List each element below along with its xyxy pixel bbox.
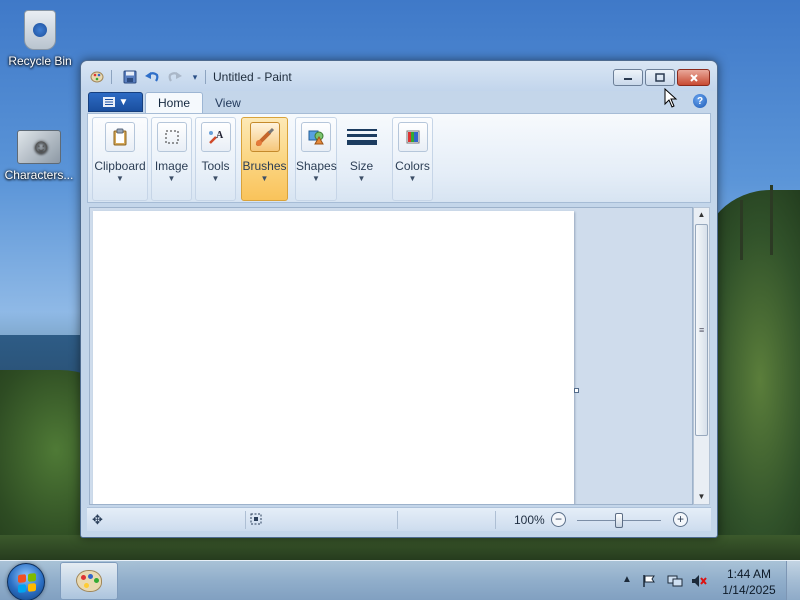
chevron-down-icon: ▼ — [118, 96, 129, 108]
windows-logo-icon — [18, 573, 36, 593]
ribbon-group-tools[interactable]: A Tools ▼ — [195, 117, 236, 201]
separator — [111, 70, 112, 84]
save-icon[interactable] — [122, 69, 138, 85]
zoom-level: 100% — [514, 513, 545, 527]
zoom-out-button[interactable]: − — [551, 512, 566, 527]
chevron-down-icon: ▼ — [260, 174, 269, 183]
ribbon-group-brushes[interactable]: Brushes ▼ — [241, 117, 288, 201]
menu-icon — [102, 97, 115, 107]
size-icon — [346, 122, 377, 152]
desktop-icon-label: Characters... — [4, 168, 74, 182]
desktop-icon-recycle-bin[interactable]: Recycle Bin — [2, 6, 78, 68]
canvas-area — [89, 207, 693, 505]
volume-muted-icon[interactable] — [691, 574, 707, 591]
separator — [397, 511, 398, 529]
show-hidden-icons[interactable]: ▲ — [622, 574, 632, 585]
paint-menu-button[interactable]: ▼ — [88, 92, 143, 112]
wallpaper-tree — [770, 185, 773, 255]
ribbon-group-image[interactable]: Image ▼ — [151, 117, 192, 201]
redo-icon[interactable] — [167, 69, 183, 85]
cursor-position-icon: ✥ — [92, 512, 103, 527]
action-center-flag-icon[interactable] — [642, 574, 656, 591]
wallpaper-tree — [740, 200, 743, 260]
ribbon-group-shapes[interactable]: Shapes ▼ — [295, 117, 337, 201]
ribbon-group-label: Brushes — [242, 159, 287, 173]
zoom-slider-thumb[interactable] — [615, 513, 623, 528]
grip-icon: ≡ — [699, 325, 705, 335]
customize-dropdown-icon[interactable]: ▾ — [187, 69, 203, 85]
ribbon-group-label: Tools — [201, 159, 230, 173]
selection-size-icon — [249, 512, 263, 529]
desktop-icon-characters[interactable]: Characters... — [1, 124, 77, 182]
close-icon — [689, 73, 698, 82]
ribbon-group-label: Clipboard — [94, 159, 146, 173]
ribbon-group-clipboard[interactable]: Clipboard ▼ — [92, 117, 148, 201]
separator — [495, 511, 496, 529]
clock-date: 1/14/2025 — [722, 583, 776, 597]
recycle-bin-icon — [24, 10, 56, 50]
paint-app-icon[interactable] — [89, 69, 105, 85]
mouse-cursor-icon — [664, 87, 678, 111]
colors-icon — [397, 122, 428, 152]
wallpaper-ground — [0, 535, 800, 560]
chevron-down-icon: ▼ — [211, 174, 220, 183]
undo-icon[interactable] — [144, 69, 160, 85]
maximize-button[interactable] — [645, 69, 675, 86]
window-title: Untitled - Paint — [213, 70, 292, 84]
start-button[interactable] — [7, 563, 45, 600]
drawing-canvas[interactable] — [93, 211, 574, 504]
scroll-down-arrow[interactable]: ▼ — [694, 490, 709, 504]
brush-icon — [249, 122, 280, 152]
title-bar[interactable]: ▾ Untitled - Paint — [81, 61, 717, 91]
chevron-down-icon: ▼ — [408, 174, 417, 183]
ribbon-group-label: Colors — [395, 159, 430, 173]
ribbon-group-label: Shapes — [296, 159, 337, 173]
show-desktop-button[interactable] — [786, 561, 800, 600]
help-icon[interactable]: ? — [693, 94, 707, 108]
clock-time: 1:44 AM — [726, 567, 772, 581]
status-bar: ✥ 100% − + — [87, 507, 711, 531]
vertical-scrollbar[interactable]: ▲ ≡ ▼ — [693, 207, 710, 505]
desktop-icon-label: Recycle Bin — [8, 54, 72, 68]
ribbon-tab-bar: ▼ Home View ? — [81, 91, 717, 113]
paint-taskbar-icon — [76, 570, 102, 592]
ribbon-group-label: Size — [349, 159, 374, 173]
svg-text:A: A — [216, 130, 224, 141]
chevron-down-icon: ▼ — [357, 174, 366, 183]
zoom-in-button[interactable]: + — [673, 512, 688, 527]
network-icon[interactable] — [667, 574, 683, 591]
tools-icon: A — [200, 122, 231, 152]
restore-icon — [655, 73, 665, 82]
shapes-icon — [301, 122, 331, 152]
taskbar-paint-button[interactable] — [60, 562, 118, 600]
ribbon-group-colors[interactable]: Colors ▼ — [392, 117, 433, 201]
minimize-button[interactable] — [613, 69, 643, 86]
ribbon: Clipboard ▼ Image ▼ A Tools ▼ Brushes ▼ — [87, 113, 711, 203]
chevron-down-icon: ▼ — [116, 174, 124, 183]
select-icon — [156, 122, 187, 152]
ribbon-group-label: Image — [154, 159, 189, 173]
clipboard-icon — [105, 122, 135, 152]
scroll-up-arrow[interactable]: ▲ — [694, 208, 709, 222]
taskbar: ▲ 1:44 AM 1/14/2025 — [0, 560, 800, 600]
paint-window: ▾ Untitled - Paint ▼ Home View ? Clipboa… — [80, 60, 718, 538]
resize-handle[interactable] — [574, 388, 579, 393]
separator — [205, 70, 206, 84]
ribbon-group-size[interactable]: Size ▼ — [340, 117, 383, 201]
tab-view[interactable]: View — [203, 92, 253, 113]
taskbar-clock[interactable]: 1:44 AM 1/14/2025 — [718, 566, 780, 598]
tab-home[interactable]: Home — [145, 92, 204, 113]
separator — [245, 511, 246, 529]
chevron-down-icon: ▼ — [167, 174, 176, 183]
close-button[interactable] — [677, 69, 710, 86]
chevron-down-icon: ▼ — [312, 174, 320, 183]
characters-icon — [17, 130, 61, 164]
scrollbar-thumb[interactable]: ≡ — [695, 224, 708, 436]
minimize-icon — [624, 77, 632, 80]
